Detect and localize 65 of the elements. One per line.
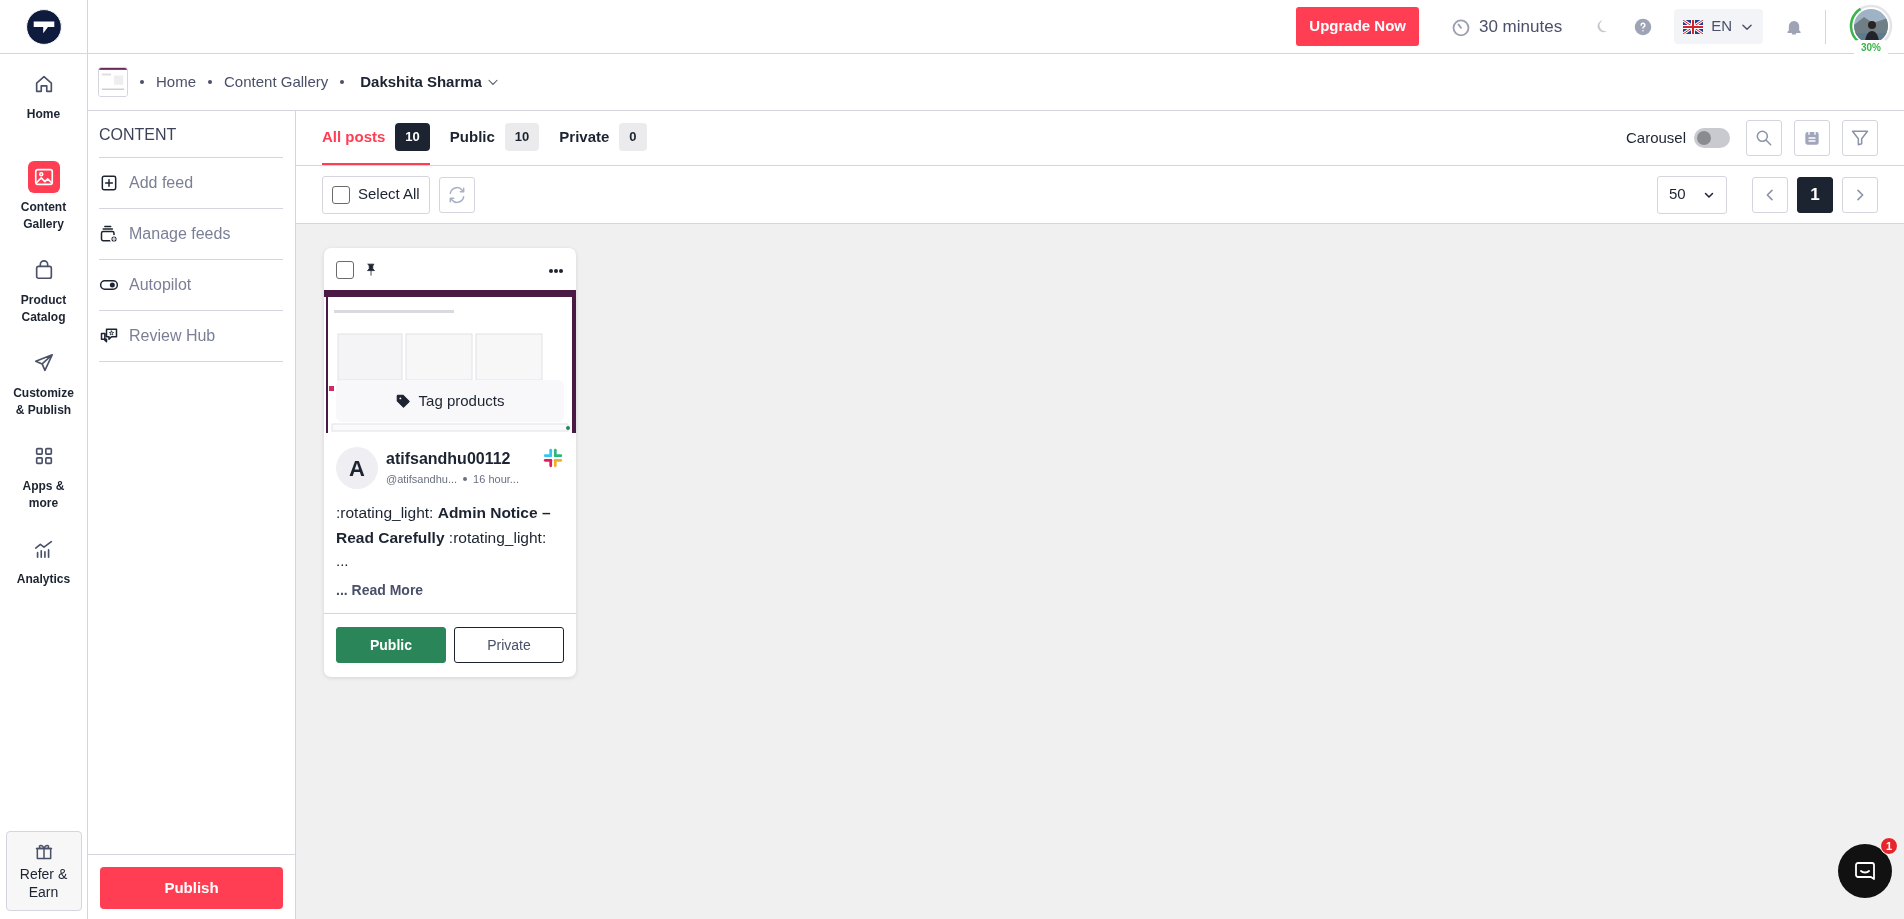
paper-plane-icon	[32, 352, 55, 374]
page-button[interactable]: 1	[1797, 176, 1833, 213]
nav-item[interactable]: Content Gallery	[8, 161, 79, 254]
calendar-button[interactable]	[1794, 120, 1830, 156]
tag-products-button[interactable]: Tag products	[336, 380, 564, 422]
nav-item[interactable]: Analytics	[8, 533, 79, 626]
logo-icon	[24, 7, 63, 46]
pin-icon	[364, 262, 378, 278]
chart-icon	[32, 538, 55, 560]
page-size-select[interactable]: 50	[1657, 175, 1727, 214]
post-checkbox[interactable]	[336, 261, 354, 279]
nav-item[interactable]: Customize & Publish	[8, 347, 79, 440]
read-more-link[interactable]: ... Read More	[336, 580, 424, 602]
profile-progress-label: 30%	[1852, 39, 1890, 55]
section-title: CONTENT	[99, 111, 283, 158]
breadcrumb-link[interactable]: Dakshita Sharma	[360, 70, 500, 94]
menu-item[interactable]: Review Hub	[99, 311, 283, 362]
post-text: :rotating_light: Admin Notice – Read Carefully :rotating_light:	[336, 503, 552, 548]
filter-button[interactable]	[1842, 120, 1878, 156]
separator-dot	[463, 477, 468, 482]
image-icon	[32, 166, 55, 188]
language-selector[interactable]: EN	[1674, 9, 1763, 44]
nav-item[interactable]: Apps & more	[8, 440, 79, 533]
post-time: 16 hour...	[473, 472, 519, 487]
chat-icon	[1853, 859, 1877, 883]
search-button[interactable]	[1746, 120, 1782, 156]
menu-item[interactable]: Add feed	[99, 158, 283, 209]
visibility-button[interactable]: Public	[336, 627, 446, 664]
tab[interactable]: Private 0	[559, 111, 647, 165]
more-icon	[548, 267, 564, 274]
refresh-button[interactable]	[438, 176, 475, 213]
visibility-button[interactable]: Private	[454, 627, 564, 664]
select-all-checkbox[interactable]: Select All	[322, 175, 430, 214]
post-ellipsis: ...	[336, 550, 350, 571]
menu-item[interactable]: Manage feeds	[99, 209, 283, 260]
author-handle: @atifsandhu...	[386, 472, 458, 487]
separator-dot	[208, 80, 212, 84]
tab[interactable]: Public 10	[449, 111, 540, 165]
flag-icon	[1683, 19, 1704, 34]
author-name: atifsandhu00112	[386, 449, 512, 469]
breadcrumb-link[interactable]: Home	[156, 70, 196, 94]
timer-text: 30 minutes	[1479, 15, 1563, 38]
app-logo-icon	[542, 447, 564, 469]
carousel-label: Carousel	[1625, 127, 1686, 148]
search-icon	[1754, 128, 1774, 148]
filter-icon	[1850, 128, 1870, 148]
count-badge: 10	[395, 123, 430, 151]
tag-icon	[395, 393, 411, 409]
count-badge: 0	[619, 123, 647, 151]
separator-dot	[340, 80, 345, 84]
avatar: A	[336, 447, 378, 489]
separator-dot	[140, 80, 144, 84]
stack-add-icon	[99, 224, 119, 244]
help-icon	[1634, 17, 1653, 36]
carousel-toggle[interactable]	[1694, 128, 1730, 148]
chat-star-icon	[99, 326, 119, 346]
count-badge: 10	[504, 123, 540, 151]
add-box-icon	[99, 173, 119, 193]
breadcrumb-link[interactable]: Content Gallery	[224, 70, 329, 94]
nav-item[interactable]: Home	[8, 68, 79, 161]
calendar-icon	[1803, 129, 1821, 147]
refer-button[interactable]: Refer & Earn	[5, 831, 82, 911]
menu-item[interactable]: Autopilot	[99, 260, 283, 311]
tab[interactable]: All posts 10	[322, 111, 430, 165]
nav-item[interactable]: Product Catalog	[8, 254, 79, 347]
